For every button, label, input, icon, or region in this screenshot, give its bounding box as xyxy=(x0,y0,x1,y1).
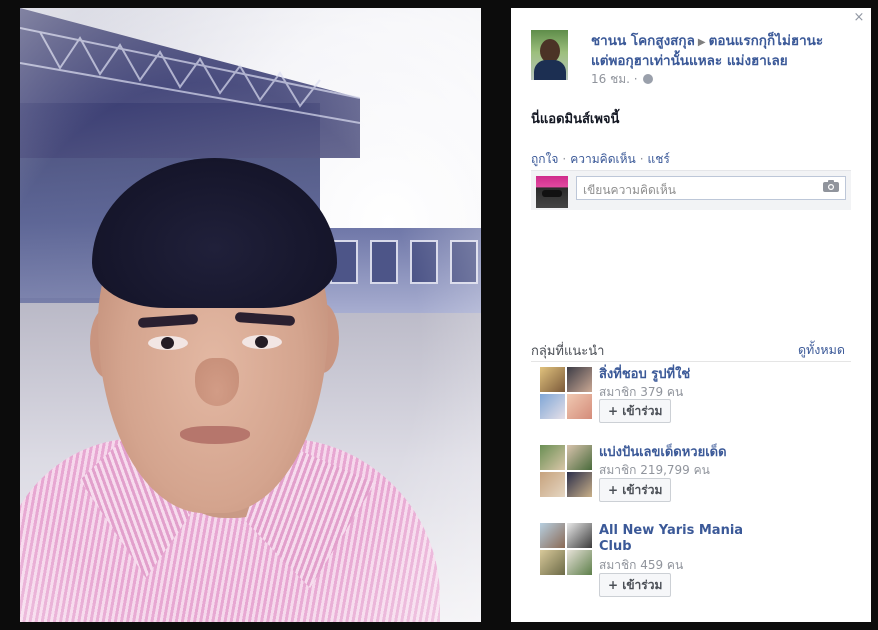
group-thumb xyxy=(567,550,592,575)
group-thumbnails[interactable] xyxy=(540,367,592,419)
photo-nose xyxy=(195,358,239,406)
photo-eye xyxy=(148,336,188,350)
arrow-right-icon: ▶ xyxy=(697,37,706,48)
group-thumbnails[interactable] xyxy=(540,523,592,575)
divider xyxy=(531,361,851,362)
camera-icon[interactable] xyxy=(823,180,839,192)
comment-box: เขียนความคิดเห็น xyxy=(531,170,851,210)
action-separator: · xyxy=(562,152,567,166)
comment-input[interactable]: เขียนความคิดเห็น xyxy=(576,176,846,200)
photo-viewer: ชานน โคกสูงสกุล ▶ ตอนแรกกุก็ไม่ฮานะ แต่พอก… xyxy=(0,0,878,630)
post-text: นี่แอดมินส์เพจนี้ xyxy=(531,112,620,127)
globe-icon[interactable] xyxy=(643,74,654,84)
group-thumb xyxy=(540,394,565,419)
post-actions: ถูกใจ · ความคิดเห็น · แชร์ xyxy=(531,150,670,169)
group-thumb xyxy=(567,472,592,497)
avatar-body xyxy=(534,60,566,80)
group-name-link[interactable]: All New Yaris Mania Club xyxy=(599,523,769,555)
like-link[interactable]: ถูกใจ xyxy=(531,152,558,166)
post-header: ชานน โคกสูงสกุล ▶ ตอนแรกกุก็ไม่ฮานะ แต่พอก… xyxy=(591,32,841,71)
join-group-button[interactable]: + เข้าร่วม xyxy=(599,399,672,423)
group-thumb xyxy=(540,445,565,470)
photo-eye xyxy=(242,335,282,349)
commenter-avatar xyxy=(536,176,568,208)
group-name-link[interactable]: สิ่งที่ชอบ รูปที่ใช่ xyxy=(599,367,769,383)
group-item: All New Yaris Mania Club สมาชิก 459 คน +… xyxy=(540,523,850,597)
side-panel: ชานน โคกสูงสกุล ▶ ตอนแรกกุก็ไม่ฮานะ แต่พอก… xyxy=(511,8,871,622)
group-thumb xyxy=(567,523,592,548)
meta-separator: · xyxy=(633,72,642,86)
group-thumb xyxy=(567,445,592,470)
suggested-groups-title: กลุ่มที่แนะนำ xyxy=(531,344,605,359)
action-separator: · xyxy=(639,152,644,166)
group-thumbnails[interactable] xyxy=(540,445,592,497)
join-group-button[interactable]: + เข้าร่วม xyxy=(599,478,672,502)
group-thumb xyxy=(567,394,592,419)
photo-window xyxy=(410,240,438,284)
group-item: สิ่งที่ชอบ รูปที่ใช่ สมาชิก 379 คน + เข้… xyxy=(540,367,850,433)
group-thumb xyxy=(540,523,565,548)
group-thumb xyxy=(540,367,565,392)
join-group-button[interactable]: + เข้าร่วม xyxy=(599,573,672,597)
see-all-link[interactable]: ดูทั้งหมด xyxy=(798,340,845,360)
close-icon[interactable]: × xyxy=(851,10,867,26)
group-thumb xyxy=(567,367,592,392)
comment-link[interactable]: ความคิดเห็น xyxy=(570,152,635,166)
photo-window xyxy=(370,240,398,284)
group-thumb xyxy=(540,550,565,575)
group-item: แบ่งปันเลขเด็ดหวยเด็ด สมาชิก 219,799 คน … xyxy=(540,445,850,511)
group-name-link[interactable]: แบ่งปันเลขเด็ดหวยเด็ด xyxy=(599,445,769,461)
group-thumb xyxy=(540,472,565,497)
photo[interactable] xyxy=(20,8,481,622)
post-timestamp[interactable]: 16 ชม. xyxy=(591,72,630,86)
suggested-groups-header: กลุ่มที่แนะนำ ดูทั้งหมด xyxy=(531,340,851,361)
photo-mouth xyxy=(180,426,250,444)
photo-roof-truss xyxy=(20,27,360,124)
avatar-sunglasses xyxy=(542,190,562,197)
share-link[interactable]: แชร์ xyxy=(648,152,670,166)
author-name-link[interactable]: ชานน โคกสูงสกุล xyxy=(591,33,695,49)
author-avatar[interactable] xyxy=(531,30,568,80)
post-meta: 16 ชม. · xyxy=(591,70,654,89)
photo-window xyxy=(450,240,478,284)
